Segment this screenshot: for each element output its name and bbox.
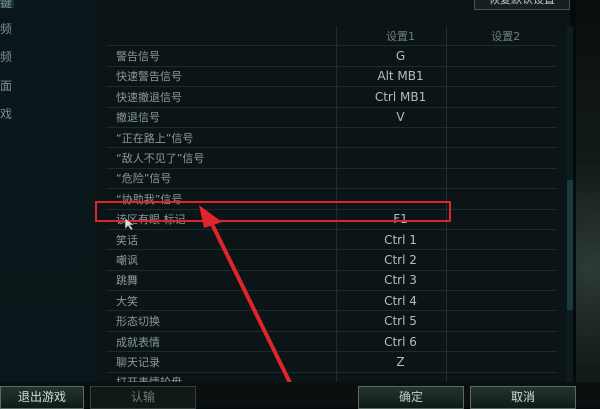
mouse-cursor-icon: [124, 217, 135, 231]
red-arrow-icon: [199, 205, 298, 396]
surrender-button[interactable]: 认输: [90, 386, 196, 409]
exit-game-button[interactable]: 退出游戏: [0, 386, 84, 409]
cancel-button[interactable]: 取消: [470, 386, 576, 409]
confirm-button[interactable]: 确定: [358, 386, 464, 409]
